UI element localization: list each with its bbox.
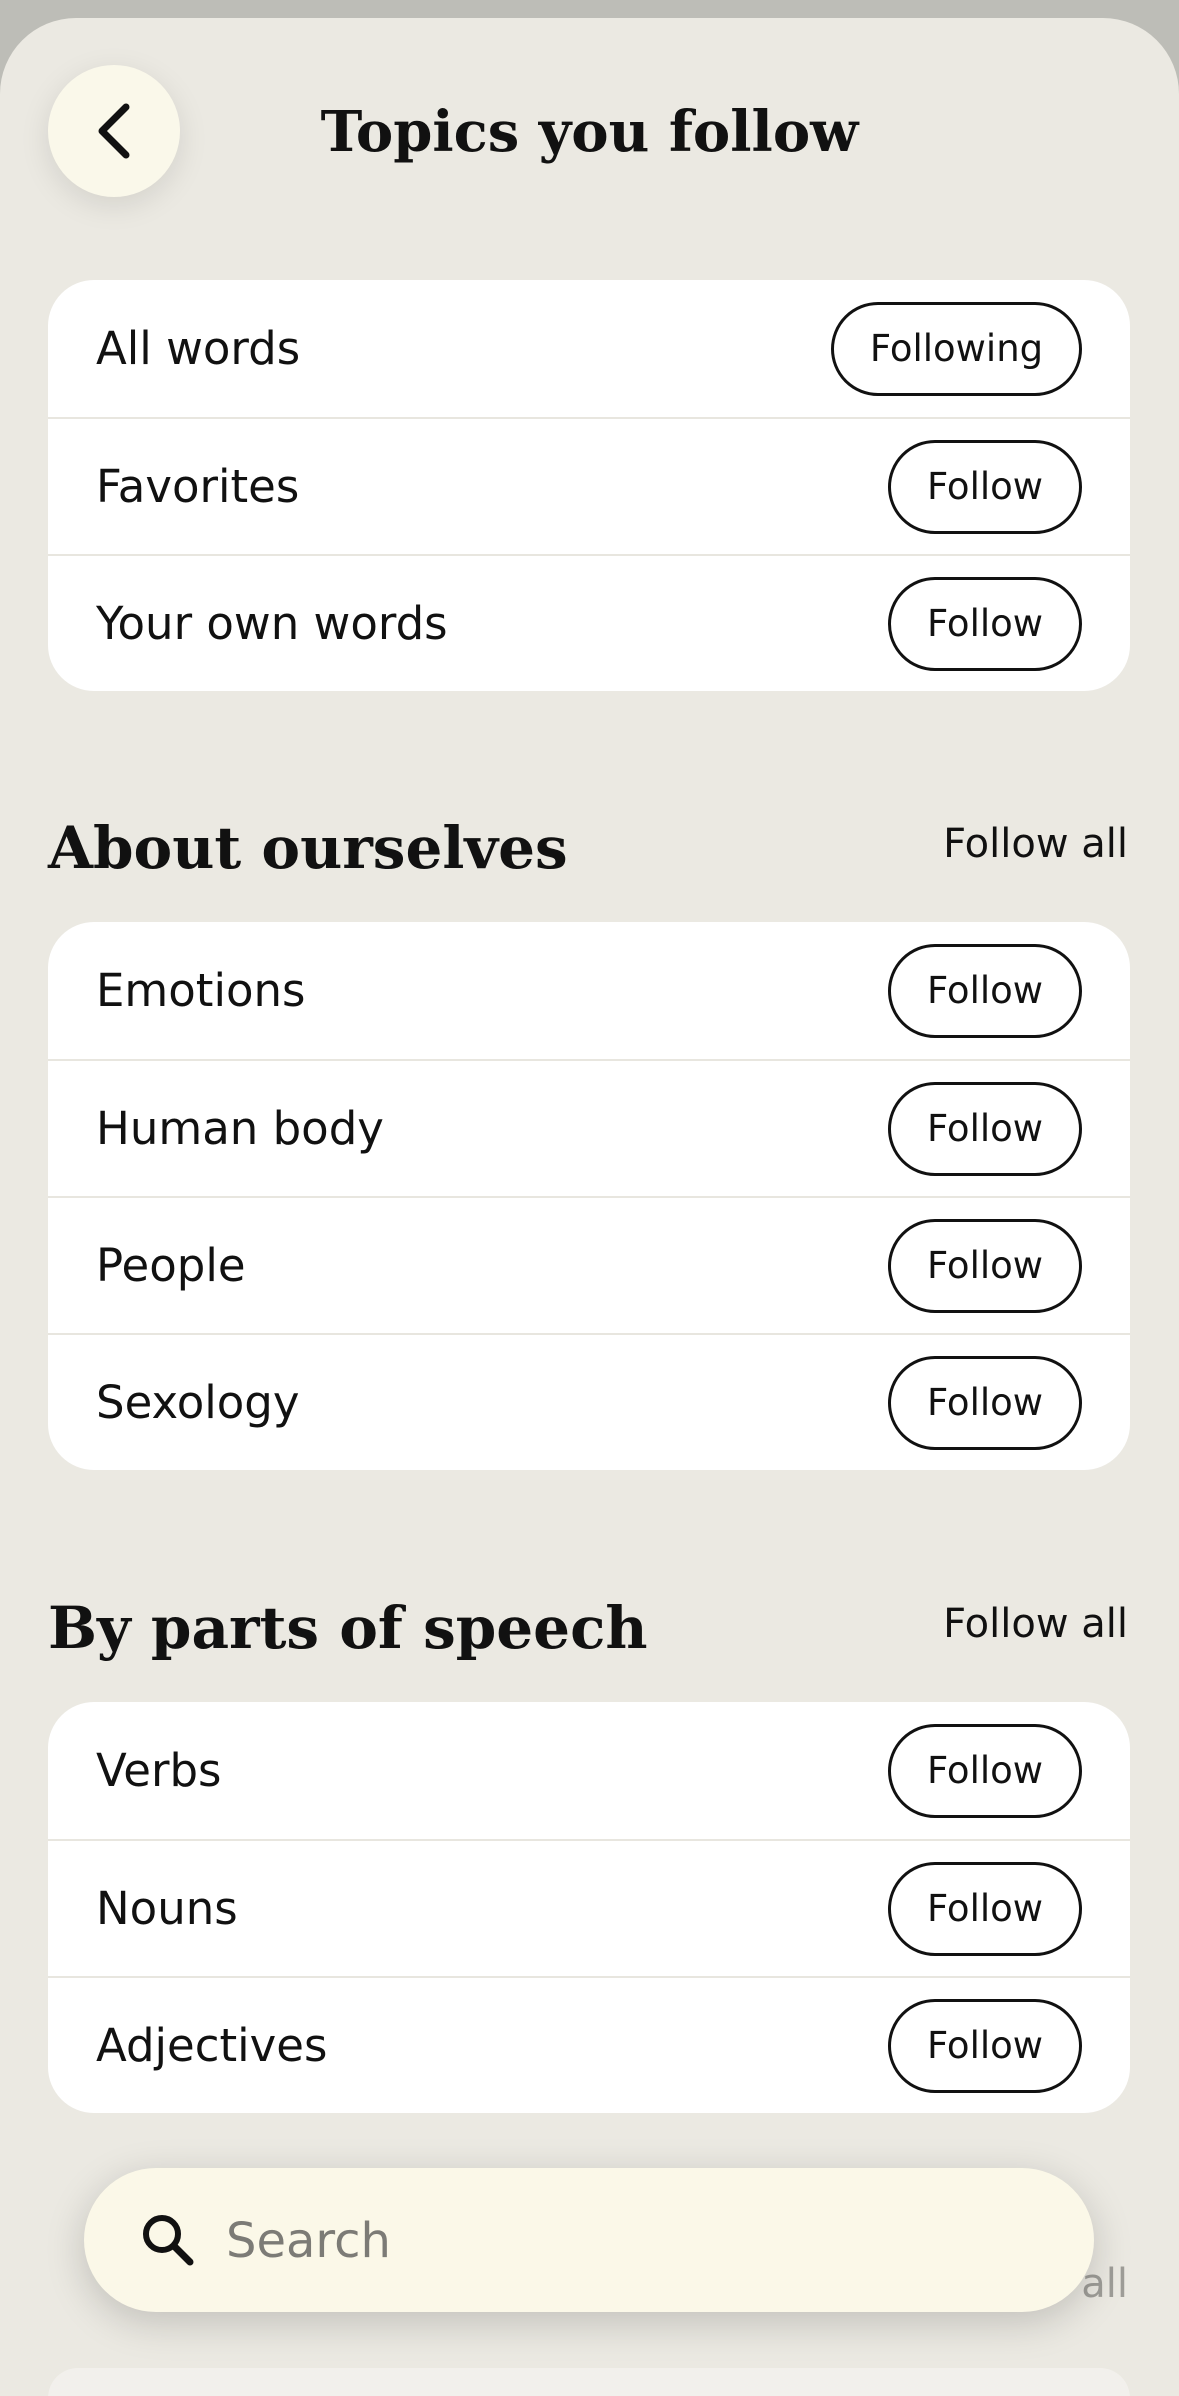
topic-label: Your own words <box>96 597 448 650</box>
follow-button[interactable]: Follow <box>888 1355 1082 1450</box>
list-item: Human body Follow <box>48 1059 1130 1196</box>
follow-all-button[interactable]: Follow all <box>943 1586 1128 1662</box>
next-section-card <box>48 2368 1130 2396</box>
section-title: By parts of speech <box>48 1594 648 1662</box>
topic-label: Human body <box>96 1102 384 1155</box>
search-input[interactable] <box>224 2168 1048 2314</box>
list-item: All words Following <box>48 280 1130 417</box>
list-item: Nouns Follow <box>48 1839 1130 1976</box>
following-button[interactable]: Following <box>831 301 1082 396</box>
topic-label: Sexology <box>96 1376 300 1429</box>
follow-button[interactable]: Follow <box>888 943 1082 1038</box>
topics-sheet: Topics you follow All words Following Fa… <box>0 18 1179 2396</box>
topic-label: Adjectives <box>96 2019 328 2072</box>
follow-button[interactable]: Follow <box>888 576 1082 671</box>
topic-label: Nouns <box>96 1882 238 1935</box>
general-topics-card: All words Following Favorites Follow You… <box>48 280 1130 691</box>
follow-button[interactable]: Follow <box>888 1081 1082 1176</box>
list-item: Verbs Follow <box>48 1702 1130 1839</box>
follow-all-button[interactable]: Follow all <box>943 806 1128 882</box>
topic-label: Emotions <box>96 964 306 1017</box>
follow-button[interactable]: Follow <box>888 1998 1082 2093</box>
section-title: About ourselves <box>48 814 568 882</box>
parts-of-speech-card: Verbs Follow Nouns Follow Adjectives Fol… <box>48 1702 1130 2113</box>
search-icon <box>143 2215 194 2266</box>
follow-button[interactable]: Follow <box>888 439 1082 534</box>
list-item: Your own words Follow <box>48 554 1130 691</box>
follow-button[interactable]: Follow <box>888 1723 1082 1818</box>
list-item: Adjectives Follow <box>48 1976 1130 2113</box>
about-ourselves-card: Emotions Follow Human body Follow People… <box>48 922 1130 1470</box>
page-title: Topics you follow <box>320 99 859 165</box>
follow-button[interactable]: Follow <box>888 1861 1082 1956</box>
follow-button[interactable]: Follow <box>888 1218 1082 1313</box>
topic-label: Verbs <box>96 1744 222 1797</box>
search-bar[interactable] <box>84 2168 1094 2314</box>
list-item: People Follow <box>48 1196 1130 1333</box>
topic-label: Favorites <box>96 460 300 513</box>
topic-label: People <box>96 1239 246 1292</box>
topic-label: All words <box>96 322 301 375</box>
list-item: Sexology Follow <box>48 1333 1130 1470</box>
list-item: Emotions Follow <box>48 922 1130 1059</box>
list-item: Favorites Follow <box>48 417 1130 554</box>
